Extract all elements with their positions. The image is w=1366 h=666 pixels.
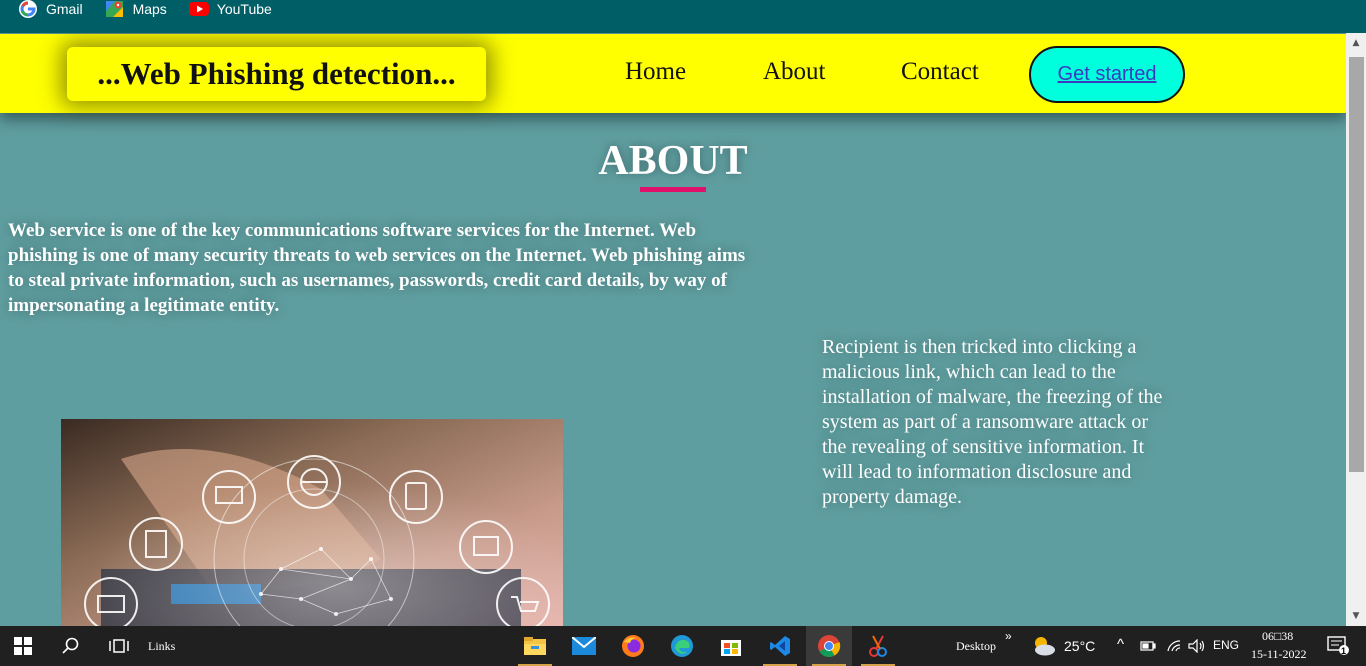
search-icon[interactable] <box>48 626 94 666</box>
heading-underline <box>640 187 706 192</box>
youtube-icon <box>188 0 209 19</box>
task-view-icon[interactable] <box>96 626 142 666</box>
bookmark-youtube[interactable]: YouTube <box>188 0 272 19</box>
notification-center-icon[interactable]: 1 <box>1318 626 1358 666</box>
about-heading: ABOUT <box>598 138 748 184</box>
chrome-icon[interactable] <box>806 626 852 666</box>
battery-icon[interactable] <box>1136 626 1160 666</box>
windows-start-icon[interactable] <box>0 626 46 666</box>
volume-icon[interactable] <box>1184 626 1210 666</box>
desktop-toolbar-label[interactable]: Desktop <box>956 639 996 654</box>
scroll-down-arrow-icon[interactable]: ▼ <box>1346 606 1366 626</box>
clock-date[interactable]: 15-11-2022 <box>1251 647 1307 662</box>
vscode-icon[interactable] <box>757 626 803 666</box>
bookmark-maps[interactable]: Maps <box>105 0 167 19</box>
header-nav: ...Web Phishing detection... Home About … <box>0 34 1346 113</box>
toolbar-expand-chevrons[interactable]: » <box>1005 629 1012 643</box>
bookmark-label: YouTube <box>216 0 272 17</box>
bookmark-label: Gmail <box>46 0 83 17</box>
clock-time[interactable]: 06□38 <box>1262 629 1293 644</box>
language-indicator[interactable]: ENG <box>1213 638 1239 652</box>
weather-icon[interactable] <box>1022 626 1066 666</box>
get-started-label: Get started <box>1057 63 1157 85</box>
notification-count-badge: 1 <box>1341 646 1347 656</box>
bookmark-label: Maps <box>132 0 167 17</box>
mail-icon[interactable] <box>561 626 607 666</box>
scrollbar-thumb[interactable] <box>1349 57 1364 472</box>
snipping-tool-icon[interactable] <box>855 626 901 666</box>
nav-link-about[interactable]: About <box>763 58 826 86</box>
firefox-icon[interactable] <box>610 626 656 666</box>
microsoft-store-icon[interactable] <box>708 626 754 666</box>
windows-taskbar: Links Desktop » 25°C ^ ENG 06□38 15-11-2… <box>0 626 1366 666</box>
show-hidden-icons-chevron-icon[interactable]: ^ <box>1117 636 1124 653</box>
brand-title: ...Web Phishing detection... <box>97 56 456 91</box>
phishing-network-image <box>61 419 563 626</box>
google-icon <box>18 0 38 19</box>
maps-icon <box>105 0 125 19</box>
brand-logo: ...Web Phishing detection... <box>67 47 486 101</box>
side-paragraph: Recipient is then tricked into clicking … <box>822 336 1163 508</box>
page-scrollbar[interactable]: ▲ ▼ <box>1346 33 1366 626</box>
temperature-readout[interactable]: 25°C <box>1064 638 1095 654</box>
get-started-button[interactable]: Get started <box>1029 46 1185 103</box>
page-viewport: ...Web Phishing detection... Home About … <box>0 33 1366 626</box>
nav-link-contact[interactable]: Contact <box>901 58 979 86</box>
file-explorer-icon[interactable] <box>512 626 558 666</box>
bookmark-gmail[interactable]: Gmail <box>18 0 83 19</box>
nav-link-home[interactable]: Home <box>625 58 686 86</box>
bookmarks-bar: Gmail Maps YouTube <box>0 0 1366 33</box>
intro-paragraph: Web service is one of the key communicat… <box>8 220 746 316</box>
scroll-up-arrow-icon[interactable]: ▲ <box>1346 33 1366 53</box>
links-toolbar-label[interactable]: Links <box>148 639 175 654</box>
wifi-icon[interactable] <box>1162 626 1186 666</box>
edge-icon[interactable] <box>659 626 705 666</box>
